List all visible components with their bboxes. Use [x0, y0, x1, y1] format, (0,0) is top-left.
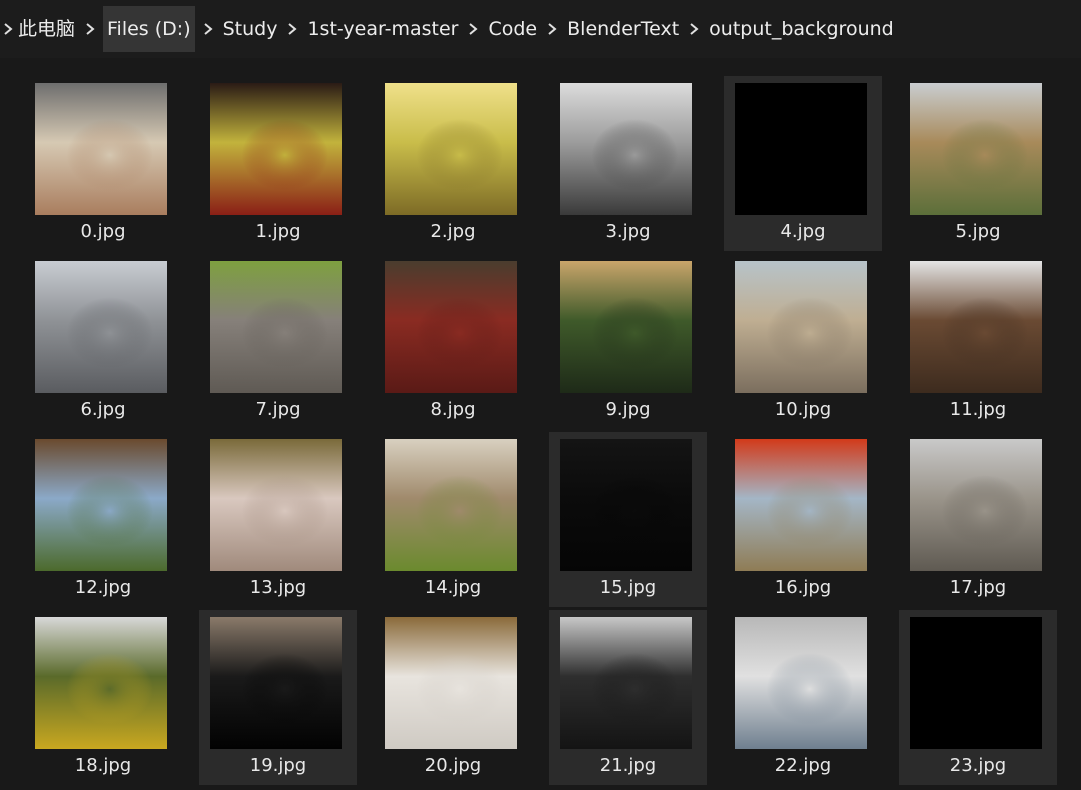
- file-name: 23.jpg: [949, 755, 1007, 776]
- file-item[interactable]: 21.jpg: [549, 610, 707, 785]
- file-item[interactable]: 3.jpg: [549, 76, 707, 251]
- file-item[interactable]: 2.jpg: [374, 76, 532, 251]
- file-grid: 0.jpg 1.jpg 2.jpg 3.jpg 4.jpg 5.jpg 6.jpg 7.jpg…: [0, 60, 1081, 790]
- image-thumbnail: [910, 261, 1042, 393]
- image-thumbnail: [385, 617, 517, 749]
- image-thumbnail: [35, 83, 167, 215]
- chevron-right-icon[interactable]: [539, 6, 565, 52]
- chevron-right-icon[interactable]: [681, 6, 707, 52]
- file-name: 17.jpg: [949, 577, 1007, 598]
- file-name: 21.jpg: [599, 755, 657, 776]
- image-thumbnail: [735, 83, 867, 215]
- file-item[interactable]: 14.jpg: [374, 432, 532, 607]
- image-thumbnail: [35, 617, 167, 749]
- file-item[interactable]: 15.jpg: [549, 432, 707, 607]
- file-name: 3.jpg: [605, 221, 651, 242]
- file-item[interactable]: 22.jpg: [724, 610, 882, 785]
- file-item[interactable]: 11.jpg: [899, 254, 1057, 429]
- file-item[interactable]: 17.jpg: [899, 432, 1057, 607]
- file-name: 20.jpg: [424, 755, 482, 776]
- chevron-right-icon[interactable]: [279, 6, 305, 52]
- image-thumbnail: [35, 439, 167, 571]
- image-thumbnail: [35, 261, 167, 393]
- image-thumbnail: [560, 83, 692, 215]
- breadcrumb-item[interactable]: 此电脑: [16, 6, 77, 52]
- file-name: 1.jpg: [255, 221, 301, 242]
- image-thumbnail: [735, 439, 867, 571]
- image-thumbnail: [910, 83, 1042, 215]
- file-item[interactable]: 6.jpg: [24, 254, 182, 429]
- file-item[interactable]: 19.jpg: [199, 610, 357, 785]
- file-name: 16.jpg: [774, 577, 832, 598]
- file-name: 6.jpg: [80, 399, 126, 420]
- file-name: 19.jpg: [249, 755, 307, 776]
- file-item[interactable]: 4.jpg: [724, 76, 882, 251]
- image-thumbnail: [210, 83, 342, 215]
- file-name: 4.jpg: [780, 221, 826, 242]
- file-item[interactable]: 9.jpg: [549, 254, 707, 429]
- image-thumbnail: [735, 261, 867, 393]
- file-item[interactable]: 10.jpg: [724, 254, 882, 429]
- file-name: 7.jpg: [255, 399, 301, 420]
- image-thumbnail: [385, 261, 517, 393]
- file-item[interactable]: 16.jpg: [724, 432, 882, 607]
- file-item[interactable]: 12.jpg: [24, 432, 182, 607]
- image-thumbnail: [210, 439, 342, 571]
- image-thumbnail: [560, 261, 692, 393]
- chevron-right-icon[interactable]: [195, 6, 221, 52]
- file-name: 15.jpg: [599, 577, 657, 598]
- image-thumbnail: [910, 439, 1042, 571]
- file-name: 11.jpg: [949, 399, 1007, 420]
- file-name: 18.jpg: [74, 755, 132, 776]
- chevron-right-icon[interactable]: [0, 6, 16, 52]
- file-item[interactable]: 5.jpg: [899, 76, 1057, 251]
- file-name: 0.jpg: [80, 221, 126, 242]
- file-name: 13.jpg: [249, 577, 307, 598]
- chevron-right-icon[interactable]: [77, 6, 103, 52]
- file-name: 22.jpg: [774, 755, 832, 776]
- breadcrumb-item[interactable]: BlenderText: [565, 6, 681, 52]
- file-name: 10.jpg: [774, 399, 832, 420]
- breadcrumb-item[interactable]: output_background: [707, 6, 896, 52]
- image-thumbnail: [560, 439, 692, 571]
- file-item[interactable]: 23.jpg: [899, 610, 1057, 785]
- image-thumbnail: [560, 617, 692, 749]
- file-name: 14.jpg: [424, 577, 482, 598]
- file-item[interactable]: 13.jpg: [199, 432, 357, 607]
- image-thumbnail: [735, 617, 867, 749]
- file-name: 2.jpg: [430, 221, 476, 242]
- file-item[interactable]: 18.jpg: [24, 610, 182, 785]
- file-item[interactable]: 1.jpg: [199, 76, 357, 251]
- file-item[interactable]: 20.jpg: [374, 610, 532, 785]
- image-thumbnail: [210, 261, 342, 393]
- file-item[interactable]: 0.jpg: [24, 76, 182, 251]
- file-name: 8.jpg: [430, 399, 476, 420]
- breadcrumb: 此电脑 Files (D:) Study 1st-year-master Code Ble…: [0, 6, 896, 52]
- breadcrumb-item[interactable]: Files (D:): [103, 6, 195, 52]
- file-item[interactable]: 8.jpg: [374, 254, 532, 429]
- file-name: 9.jpg: [605, 399, 651, 420]
- file-item[interactable]: 7.jpg: [199, 254, 357, 429]
- image-thumbnail: [385, 83, 517, 215]
- breadcrumb-item[interactable]: Code: [486, 6, 539, 52]
- chevron-right-icon[interactable]: [460, 6, 486, 52]
- breadcrumb-item[interactable]: Study: [221, 6, 280, 52]
- file-name: 5.jpg: [955, 221, 1001, 242]
- image-thumbnail: [210, 617, 342, 749]
- address-bar: 此电脑 Files (D:) Study 1st-year-master Code Ble…: [0, 0, 1081, 58]
- file-name: 12.jpg: [74, 577, 132, 598]
- breadcrumb-item[interactable]: 1st-year-master: [305, 6, 460, 52]
- image-thumbnail: [910, 617, 1042, 749]
- image-thumbnail: [385, 439, 517, 571]
